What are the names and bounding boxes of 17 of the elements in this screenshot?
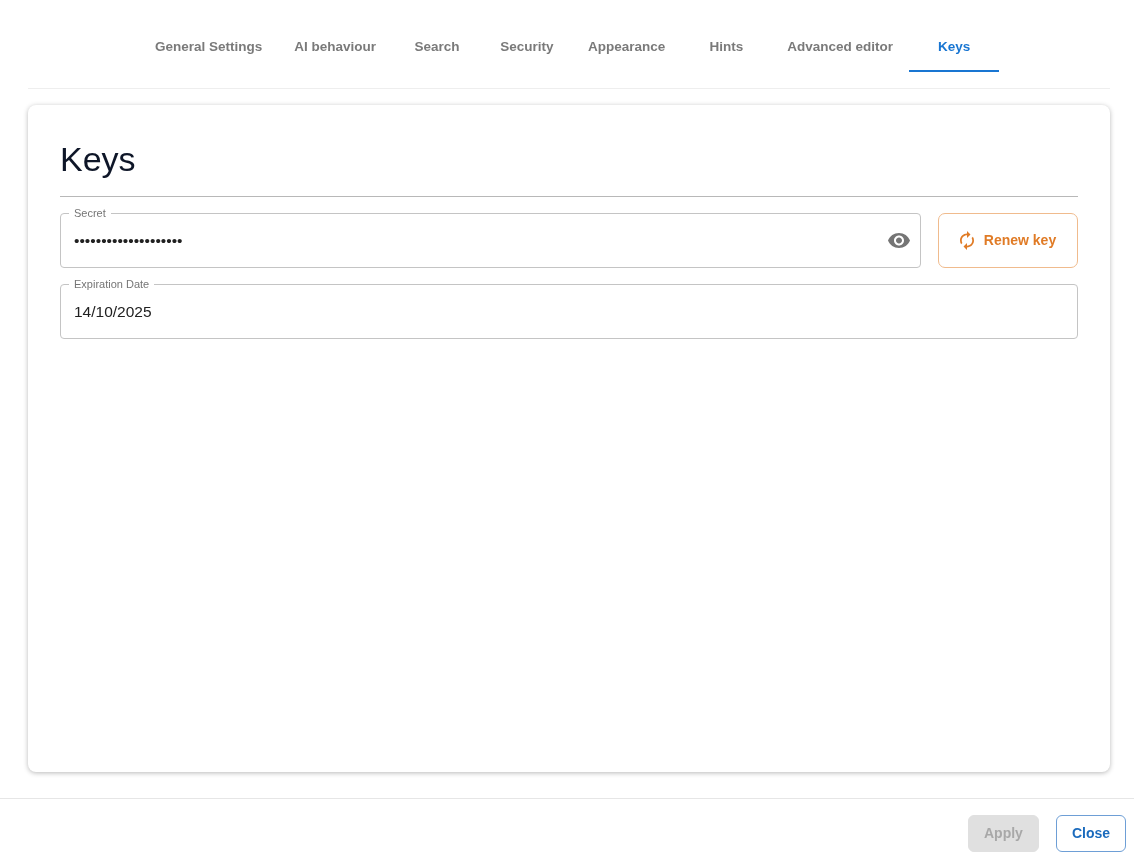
settings-tab[interactable]: Appearance: [572, 24, 682, 72]
settings-tab[interactable]: Keys: [909, 24, 1000, 72]
renew-key-button[interactable]: Renew key: [938, 213, 1078, 269]
refresh-icon: [959, 231, 974, 251]
panel-title: Keys: [60, 141, 137, 179]
eye-icon[interactable]: [888, 233, 910, 249]
settings-tab[interactable]: Hints: [681, 24, 772, 72]
settings-tab[interactable]: Advanced editor: [771, 24, 910, 72]
field-label: Expiration Date: [73, 279, 151, 291]
date-field[interactable]: Expiration Date 14/10/2025: [60, 279, 1078, 340]
settings-tab[interactable]: General Settings: [138, 24, 279, 72]
settings-tab[interactable]: Search: [392, 24, 482, 72]
field-label: Secret: [73, 208, 107, 220]
secret-field[interactable]: Secret ••••••••••••••••••••: [60, 208, 921, 269]
footer-button[interactable]: Close: [1055, 815, 1126, 852]
settings-tab[interactable]: AI behaviour: [278, 24, 392, 72]
settings-tab[interactable]: Security: [482, 24, 572, 72]
